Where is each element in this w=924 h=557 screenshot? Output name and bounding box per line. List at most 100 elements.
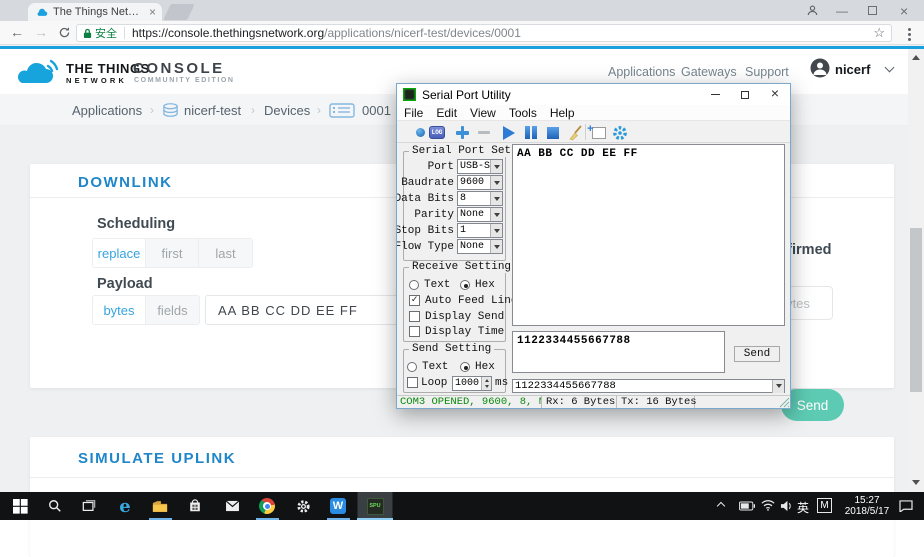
- new-window-icon[interactable]: [590, 124, 608, 141]
- bookmark-star-icon[interactable]: ☆: [873, 25, 885, 41]
- menu-view[interactable]: View: [470, 106, 496, 120]
- spu-taskbar-button[interactable]: SPU: [357, 492, 393, 520]
- auto-feed-line-checkbox[interactable]: ✓: [409, 295, 420, 306]
- wifi-icon[interactable]: [761, 499, 775, 511]
- scrollbar-thumb[interactable]: [910, 228, 922, 392]
- volume-icon[interactable]: [780, 500, 793, 512]
- log-icon[interactable]: LOG: [428, 124, 446, 141]
- data-bits-select[interactable]: 8: [457, 191, 503, 206]
- settings-gear-icon[interactable]: [611, 124, 629, 141]
- ime-mode-indicator[interactable]: M: [817, 498, 832, 513]
- store-icon[interactable]: [180, 492, 210, 520]
- remove-icon[interactable]: [475, 124, 493, 141]
- start-button[interactable]: [5, 492, 35, 520]
- nav-applications[interactable]: Applications: [608, 65, 675, 79]
- display-time-checkbox[interactable]: [409, 326, 420, 337]
- parity-select[interactable]: None: [457, 207, 503, 222]
- tray-expand-icon[interactable]: [718, 500, 724, 509]
- tab-title: The Things Network C: [53, 6, 145, 18]
- display-send-checkbox[interactable]: [409, 311, 420, 322]
- taskbar-search-icon[interactable]: [40, 492, 70, 520]
- chrome-icon[interactable]: [252, 492, 282, 520]
- send-history-combo[interactable]: 1122334455667788: [512, 379, 785, 393]
- reload-icon[interactable]: [58, 26, 71, 39]
- settings-icon[interactable]: [288, 492, 318, 520]
- breadcrumb-device-id[interactable]: 0001: [362, 103, 391, 118]
- wps-icon[interactable]: W: [323, 492, 353, 520]
- edge-icon[interactable]: e: [110, 492, 140, 520]
- spu-title-bar[interactable]: Serial Port Utility ×: [397, 84, 790, 105]
- stop-bits-select[interactable]: 1: [457, 223, 503, 238]
- breadcrumb-app-id[interactable]: nicerf-test: [184, 103, 241, 118]
- menu-help[interactable]: Help: [550, 106, 575, 120]
- loop-unit-label: ms: [495, 377, 508, 389]
- connect-dot-icon[interactable]: [411, 124, 429, 141]
- send-hex-radio[interactable]: [460, 362, 470, 372]
- action-center-icon[interactable]: [899, 500, 913, 512]
- spu-close-icon[interactable]: ×: [760, 84, 790, 105]
- receive-hex-label: Hex: [475, 279, 495, 291]
- file-explorer-icon[interactable]: [145, 492, 175, 520]
- scheduling-first[interactable]: first: [146, 239, 199, 267]
- loop-label: Loop: [421, 377, 447, 389]
- taskbar-clock[interactable]: 15:27 2018/5/17: [838, 495, 896, 517]
- menu-tools[interactable]: Tools: [509, 106, 537, 120]
- receive-area[interactable]: AA BB CC DD EE FF: [512, 144, 785, 326]
- breadcrumb-devices[interactable]: Devices: [264, 103, 310, 118]
- browser-menu-icon[interactable]: [908, 28, 911, 41]
- menu-edit[interactable]: Edit: [436, 106, 457, 120]
- browser-profile-icon[interactable]: [806, 4, 819, 17]
- simulate-uplink-title: SIMULATE UPLINK: [78, 450, 236, 467]
- new-tab-button[interactable]: [163, 4, 194, 20]
- mail-icon[interactable]: [217, 492, 247, 520]
- port-select[interactable]: USB-SERIA: [457, 159, 503, 174]
- spu-minimize-icon[interactable]: [700, 84, 730, 105]
- window-minimize-icon[interactable]: —: [836, 5, 848, 17]
- scroll-up-icon[interactable]: [912, 55, 920, 60]
- breadcrumb-applications[interactable]: Applications: [72, 103, 142, 118]
- loop-checkbox[interactable]: [407, 377, 418, 388]
- tab-favicon-cloud-icon: [36, 8, 48, 17]
- clear-broom-icon[interactable]: [566, 124, 584, 141]
- baudrate-select[interactable]: 9600: [457, 175, 503, 190]
- forward-icon[interactable]: →: [34, 24, 48, 40]
- page-scrollbar[interactable]: [908, 49, 924, 492]
- address-bar[interactable]: 安全 https://console.thethingsnetwork.org/…: [76, 24, 892, 42]
- start-icon[interactable]: [500, 124, 518, 141]
- receive-hex-radio[interactable]: [460, 280, 470, 290]
- user-name[interactable]: nicerf: [835, 62, 870, 77]
- resize-grip[interactable]: [779, 397, 790, 408]
- send-area[interactable]: 1122334455667788: [512, 331, 725, 373]
- battery-icon[interactable]: [739, 501, 755, 511]
- ime-language-indicator[interactable]: 英: [797, 499, 809, 516]
- port-label: Port: [397, 161, 454, 173]
- window-restore-icon[interactable]: [868, 6, 877, 15]
- task-view-icon[interactable]: [74, 492, 104, 520]
- user-chevron-down-icon[interactable]: [885, 63, 895, 73]
- scroll-down-icon[interactable]: [912, 480, 920, 485]
- nav-gateways[interactable]: Gateways: [681, 65, 737, 79]
- payload-bytes[interactable]: bytes: [93, 296, 146, 324]
- screen: The Things Network C × — × ← → 安全 https:…: [0, 0, 924, 520]
- spu-send-button[interactable]: Send: [734, 346, 780, 362]
- back-icon[interactable]: ←: [10, 24, 24, 40]
- menu-file[interactable]: File: [404, 106, 423, 120]
- flow-type-select[interactable]: None: [457, 239, 503, 254]
- receive-text-radio[interactable]: [409, 280, 419, 290]
- user-avatar[interactable]: [810, 58, 830, 78]
- browser-tab[interactable]: The Things Network C ×: [28, 3, 162, 21]
- window-close-icon[interactable]: ×: [900, 4, 908, 18]
- loop-interval-input[interactable]: 1000: [452, 376, 492, 391]
- send-setting-title: Send Setting: [409, 343, 494, 355]
- scheduling-last[interactable]: last: [199, 239, 252, 267]
- payload-fields[interactable]: fields: [146, 296, 199, 324]
- send-text-radio[interactable]: [407, 362, 417, 372]
- nav-support[interactable]: Support: [745, 65, 789, 79]
- stop-icon[interactable]: [544, 124, 562, 141]
- spu-maximize-icon[interactable]: [730, 84, 760, 105]
- pause-icon[interactable]: [522, 124, 540, 141]
- scheduling-replace[interactable]: replace: [93, 239, 146, 267]
- add-icon[interactable]: [453, 124, 471, 141]
- tab-close-icon[interactable]: ×: [149, 6, 156, 18]
- windows-taskbar: e W SPU: [0, 492, 924, 520]
